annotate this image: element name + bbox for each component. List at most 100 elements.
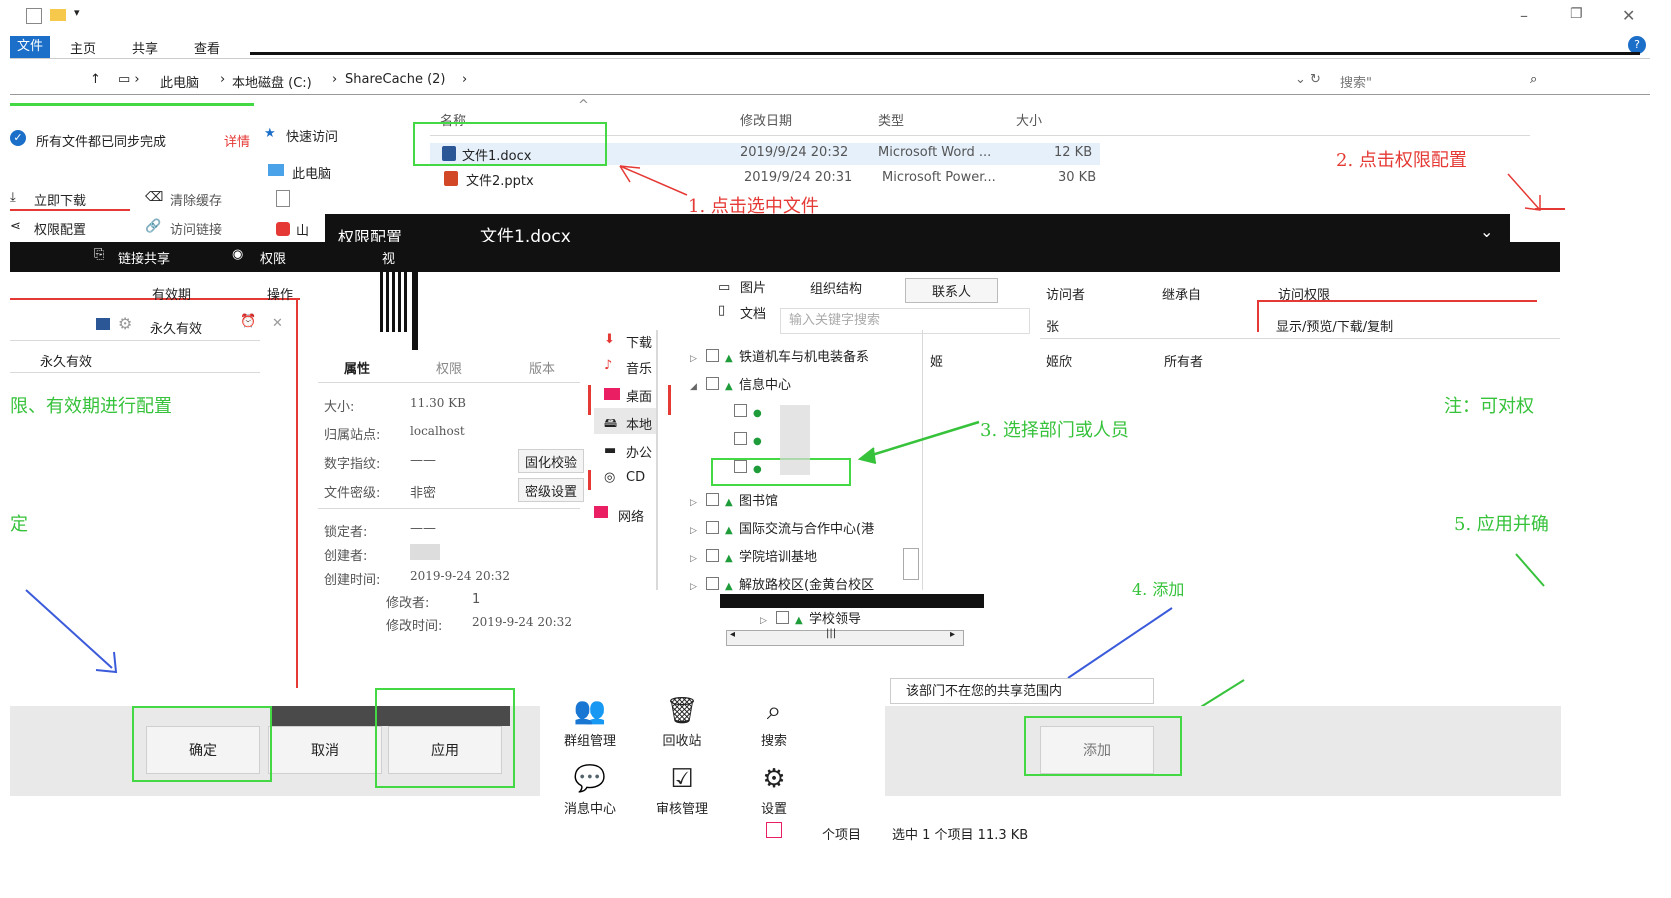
expiry-value[interactable]: 永久有效 [150,318,202,337]
sidebar-item-download[interactable]: 下载 [626,332,652,351]
sidebar-item-cd[interactable]: CD [626,470,645,485]
sidebar-scrollbar[interactable] [656,330,658,590]
refresh-icon[interactable]: ⌄ ↻ [1295,72,1321,87]
remove-icon[interactable]: ✕ [272,316,283,331]
tree-checkbox[interactable] [734,432,747,445]
breadcrumb-folder[interactable]: ShareCache (2) [345,72,446,87]
tree-checkbox[interactable] [706,549,719,562]
props-tab-attributes[interactable]: 属性 [344,358,370,377]
view-tab[interactable]: 视 [382,248,395,267]
col-type[interactable]: 类型 [878,110,904,129]
tab-share[interactable]: 共享 [132,38,158,57]
collapse-icon[interactable]: ⌄ [1480,222,1493,241]
tool-group-button[interactable]: 👥 群组管理 [560,694,620,758]
tab-view[interactable]: 查看 [194,38,220,57]
nav-pictures[interactable]: 图片 [740,277,766,296]
expand-arrow-icon[interactable]: ◢ [690,382,704,392]
tree-checkbox[interactable] [734,404,747,417]
tool-search-button[interactable]: ⌕ 搜索 [744,694,804,758]
breadcrumb-drive[interactable]: 本地磁盘 (C:) [232,72,312,91]
close-button[interactable]: ✕ [1622,6,1635,25]
permission-config-button[interactable]: 权限配置 [34,219,86,238]
col-size[interactable]: 大小 [1016,110,1042,129]
tree-item[interactable]: ▷ ▲ 国际交流与合作中心(港 [690,518,874,538]
tab-file[interactable]: 文件 [10,36,50,58]
tree-vertical-scrollbar[interactable] [903,548,919,580]
access-link-button[interactable]: 访问链接 [170,219,222,238]
expand-arrow-icon[interactable]: ▷ [690,354,704,364]
nav-quick-access[interactable]: 快速访问 [286,126,338,145]
tool-label: 群组管理 [563,734,616,749]
org-tab-structure[interactable]: 组织结构 [810,278,862,297]
secret-level-button[interactable]: 密级设置 [518,478,584,502]
download-now-button[interactable]: 立即下载 [34,190,86,209]
tool-audit-button[interactable]: ☑ 审核管理 [652,762,712,826]
visitor-name[interactable]: 张 [1046,316,1059,335]
link-share-button[interactable]: 链接共享 [118,248,170,267]
scroll-left-icon[interactable]: ◂ [730,629,735,640]
sidebar-item-desktop[interactable]: 桌面 [626,386,652,405]
nav-documents[interactable]: 文档 [740,303,766,322]
org-tab-contacts[interactable]: 联系人 [905,278,999,303]
up-arrow-icon[interactable]: ↑ [90,72,101,87]
expand-arrow-icon[interactable]: ▷ [690,582,704,592]
expiry-dropdown-icon[interactable] [96,318,110,330]
sidebar-item-office[interactable]: 办公 [626,442,652,461]
minimize-button[interactable]: – [1520,6,1528,25]
search-icon[interactable]: ⌕ [1530,72,1537,87]
sync-status: 所有文件都已同步完成 [36,135,167,150]
tool-gear-button[interactable]: ⚙ 设置 [744,762,804,826]
clock-icon[interactable]: ⏰ [240,314,256,329]
nav-shan[interactable]: 山 [296,220,309,239]
tree-item[interactable]: ▷ ▲ 铁道机车与机电装备系 [690,346,869,366]
view-icon[interactable] [766,822,782,838]
expand-arrow-icon[interactable]: ▷ [690,498,704,508]
tree-horizontal-scrollbar[interactable] [726,630,964,646]
folder-icon[interactable] [50,9,66,21]
sidebar-item-network[interactable]: 网络 [618,506,644,525]
expand-arrow-icon[interactable]: ▷ [760,616,774,626]
visitor-row2[interactable]: 姬 [930,351,943,370]
nav-this-pc[interactable]: 此电脑 [292,163,331,182]
tree-item[interactable]: ▷ ▲ 图书馆 [690,490,778,510]
org-search-input[interactable]: 输入关键字搜索 [780,308,1030,334]
file-name[interactable]: 文件2.pptx [466,170,534,189]
cancel-button[interactable]: 取消 [268,726,382,774]
col-date[interactable]: 修改日期 [740,110,792,129]
props-tab-permissions[interactable]: 权限 [436,358,462,377]
expiry-list-item[interactable]: 永久有效 [40,351,92,370]
tree-item[interactable]: ● [718,432,767,452]
expand-arrow-icon[interactable]: ▷ [690,554,704,564]
scroll-right-icon[interactable]: ▸ [950,629,955,640]
tab-home[interactable]: 主页 [70,38,96,57]
tool-message-button[interactable]: 💬 消息中心 [560,762,620,826]
sidebar-item-music[interactable]: 音乐 [626,358,652,377]
sidebar-item-local[interactable]: 本地 [626,414,652,433]
tree-item[interactable]: ● [718,404,767,424]
tree-item[interactable]: ◢ ▲ 信息中心 [690,374,791,394]
checkbox-icon[interactable] [26,8,42,24]
tree-item[interactable]: ▷ ▲ 解放路校区(金黄台校区 [690,574,874,594]
tree-checkbox[interactable] [776,611,789,624]
props-tab-version[interactable]: 版本 [529,358,555,377]
permission-value[interactable]: 显示/预览/下载/复制 [1276,316,1393,335]
tree-item[interactable]: ▷ ▲ 学校领导 [760,608,861,628]
tree-item[interactable]: ▷ ▲ 学院培训基地 [690,546,817,566]
tool-trash-button[interactable]: 🗑 回收站 [652,694,712,758]
tree-checkbox[interactable] [706,493,719,506]
clear-cache-button[interactable]: 清除缓存 [170,190,222,209]
tree-checkbox[interactable] [706,349,719,362]
expand-arrow-icon[interactable]: ▷ [690,526,704,536]
tree-checkbox[interactable] [706,577,719,590]
permission-tab[interactable]: 权限 [260,248,286,267]
gear-icon[interactable]: ⚙ [118,314,132,333]
search-input[interactable]: 搜索" [1340,72,1372,91]
breadcrumb-pc[interactable]: 此电脑 [160,72,199,91]
tree-checkbox[interactable] [706,377,719,390]
tree-checkbox[interactable] [706,521,719,534]
verify-button[interactable]: 固化校验 [518,449,584,473]
scroll-grip-icon[interactable]: ||| [826,628,836,639]
dropdown-arrow-icon[interactable]: ▾ [74,6,80,19]
restore-button[interactable]: ❐ [1570,6,1583,22]
sync-details-link[interactable]: 详情 [224,131,250,150]
